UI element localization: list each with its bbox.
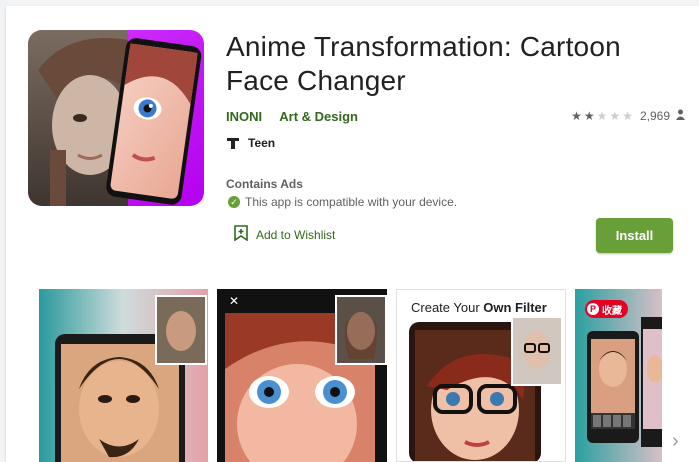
pinterest-save-badge[interactable]: P 收藏 xyxy=(585,300,628,318)
app-title: Anime Transformation: Cartoon Face Chang… xyxy=(226,31,621,96)
star-icon: ★ xyxy=(571,109,582,123)
screenshot-2[interactable]: ✕ xyxy=(217,289,387,462)
pinterest-icon: P xyxy=(587,303,599,315)
review-count: 2,969 xyxy=(639,109,670,123)
screenshot-1[interactable] xyxy=(39,289,208,462)
wishlist-label: Add to Wishlist xyxy=(256,227,336,242)
info-check-icon: ✓ xyxy=(228,196,240,208)
star-icon: ★ xyxy=(583,109,595,123)
content-rating-label: Teen xyxy=(248,136,276,150)
install-button[interactable]: Install xyxy=(596,218,673,253)
add-to-wishlist-button[interactable]: Add to Wishlist xyxy=(234,225,335,244)
screenshot-4[interactable]: P 收藏 xyxy=(575,289,662,462)
screenshot-3[interactable]: Create Your Own Filter xyxy=(396,289,566,462)
star-icon: ★ xyxy=(596,109,608,123)
wishlist-bookmark-icon xyxy=(234,225,248,244)
teen-icon xyxy=(226,136,240,150)
close-icon[interactable]: ✕ xyxy=(229,294,239,308)
compatibility-text: This app is compatible with your device. xyxy=(245,195,458,209)
chevron-right-icon[interactable]: › xyxy=(672,430,679,453)
category-link[interactable]: Art & Design xyxy=(279,109,358,124)
content-rating: Teen xyxy=(226,136,275,150)
star-icon: ★ xyxy=(622,109,633,123)
compatibility-notice: ✓ This app is compatible with your devic… xyxy=(228,195,457,209)
rating-summary: ★ ★ ★ ★ ★ 2,969 xyxy=(571,109,685,123)
star-icon: ★ xyxy=(609,109,621,123)
person-icon xyxy=(676,109,685,123)
app-meta-row: INONI Art & Design xyxy=(226,109,372,124)
developer-link[interactable]: INONI xyxy=(226,109,262,124)
contains-ads-label: Contains Ads xyxy=(226,177,303,191)
pinterest-save-label: 收藏 xyxy=(602,305,622,317)
app-icon xyxy=(28,30,204,206)
